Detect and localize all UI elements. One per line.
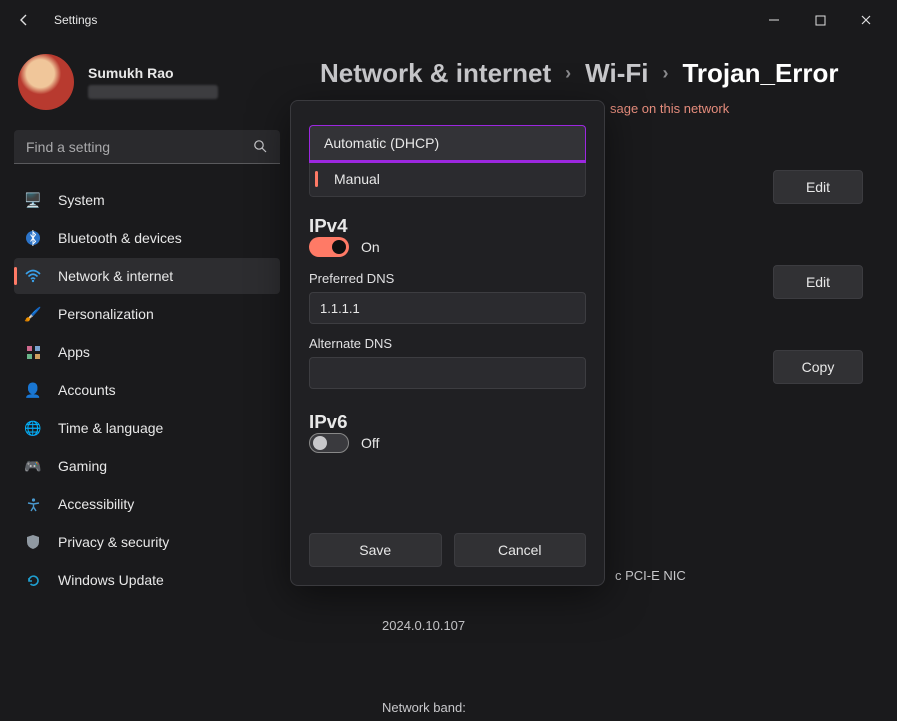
sidebar-item-personalization[interactable]: 🖌️ Personalization [14,296,280,332]
ip-settings-dialog: Automatic (DHCP) Manual IPv4 On Preferre… [290,100,605,586]
search-box[interactable] [14,130,280,164]
nav-list: 🖥️ System Bluetooth & devices Network & … [14,182,280,598]
option-automatic-dhcp[interactable]: Automatic (DHCP) [309,125,586,161]
alternate-dns-label: Alternate DNS [309,336,586,351]
breadcrumb: Network & internet › Wi-Fi › Trojan_Erro… [320,58,873,89]
sidebar-item-privacy[interactable]: Privacy & security [14,524,280,560]
sidebar-item-bluetooth[interactable]: Bluetooth & devices [14,220,280,256]
ipv6-toggle[interactable] [309,433,349,453]
globe-icon: 🌐 [24,419,42,437]
titlebar: Settings [0,0,897,40]
window-title: Settings [54,13,97,27]
minimize-icon [768,14,780,26]
arrow-left-icon [16,12,32,28]
apps-icon [24,343,42,361]
preferred-dns-input[interactable] [309,292,586,324]
sidebar-item-system[interactable]: 🖥️ System [14,182,280,218]
ipv6-toggle-label: Off [361,435,379,451]
avatar [18,54,74,110]
maximize-icon [815,15,826,26]
display-icon: 🖥️ [24,191,42,209]
sidebar-item-label: Apps [58,344,90,360]
sidebar-item-label: Gaming [58,458,107,474]
sidebar-item-label: Network & internet [58,268,173,284]
user-profile[interactable]: Sumukh Rao [18,54,280,110]
crumb-network[interactable]: Network & internet [320,58,551,89]
sidebar-item-label: Windows Update [58,572,164,588]
crumb-current: Trojan_Error [682,58,838,89]
shield-icon [24,533,42,551]
alternate-dns-input[interactable] [309,357,586,389]
person-icon: 👤 [24,381,42,399]
sidebar-item-apps[interactable]: Apps [14,334,280,370]
sidebar-item-label: Accounts [58,382,116,398]
update-icon [24,571,42,589]
sidebar-item-accessibility[interactable]: Accessibility [14,486,280,522]
nic-value: c PCI-E NIC [615,568,686,583]
edit-button-1[interactable]: Edit [773,170,863,204]
minimize-button[interactable] [751,4,797,36]
sidebar-item-label: Accessibility [58,496,134,512]
sidebar-item-accounts[interactable]: 👤 Accounts [14,372,280,408]
back-button[interactable] [8,4,40,36]
sidebar-item-label: Privacy & security [58,534,169,550]
sidebar-item-label: Bluetooth & devices [58,230,182,246]
ip-assignment-dropdown[interactable]: Automatic (DHCP) Manual [309,125,586,197]
sidebar-item-update[interactable]: Windows Update [14,562,280,598]
ipv4-toggle[interactable] [309,237,349,257]
close-button[interactable] [843,4,889,36]
driver-version-value: 2024.0.10.107 [382,618,465,633]
copy-button[interactable]: Copy [773,350,863,384]
sidebar-item-network[interactable]: Network & internet [14,258,280,294]
chevron-right-icon: › [662,63,668,84]
accessibility-icon [24,495,42,513]
ipv4-heading: IPv4 [309,215,586,237]
search-icon [253,139,268,154]
ipv6-heading: IPv6 [309,411,586,433]
edit-button-2[interactable]: Edit [773,265,863,299]
ipv4-toggle-label: On [361,239,380,255]
close-icon [860,14,872,26]
option-manual[interactable]: Manual [309,161,586,197]
crumb-wifi[interactable]: Wi-Fi [585,58,648,89]
sidebar: Sumukh Rao 🖥️ System Bluetooth & devices… [0,40,290,721]
brush-icon: 🖌️ [24,305,42,323]
search-input[interactable] [26,139,253,155]
cancel-button[interactable]: Cancel [454,533,587,567]
preferred-dns-label: Preferred DNS [309,271,586,286]
network-band-label: Network band: [382,700,466,715]
chevron-right-icon: › [565,63,571,84]
data-usage-warning: sage on this network [610,101,873,116]
maximize-button[interactable] [797,4,843,36]
sidebar-item-label: System [58,192,105,208]
sidebar-item-label: Time & language [58,420,163,436]
sidebar-item-time[interactable]: 🌐 Time & language [14,410,280,446]
user-email-redacted [88,85,218,99]
bluetooth-icon [24,229,42,247]
wifi-icon [24,267,42,285]
save-button[interactable]: Save [309,533,442,567]
sidebar-item-gaming[interactable]: 🎮 Gaming [14,448,280,484]
gamepad-icon: 🎮 [24,457,42,475]
user-name: Sumukh Rao [88,65,218,81]
sidebar-item-label: Personalization [58,306,154,322]
